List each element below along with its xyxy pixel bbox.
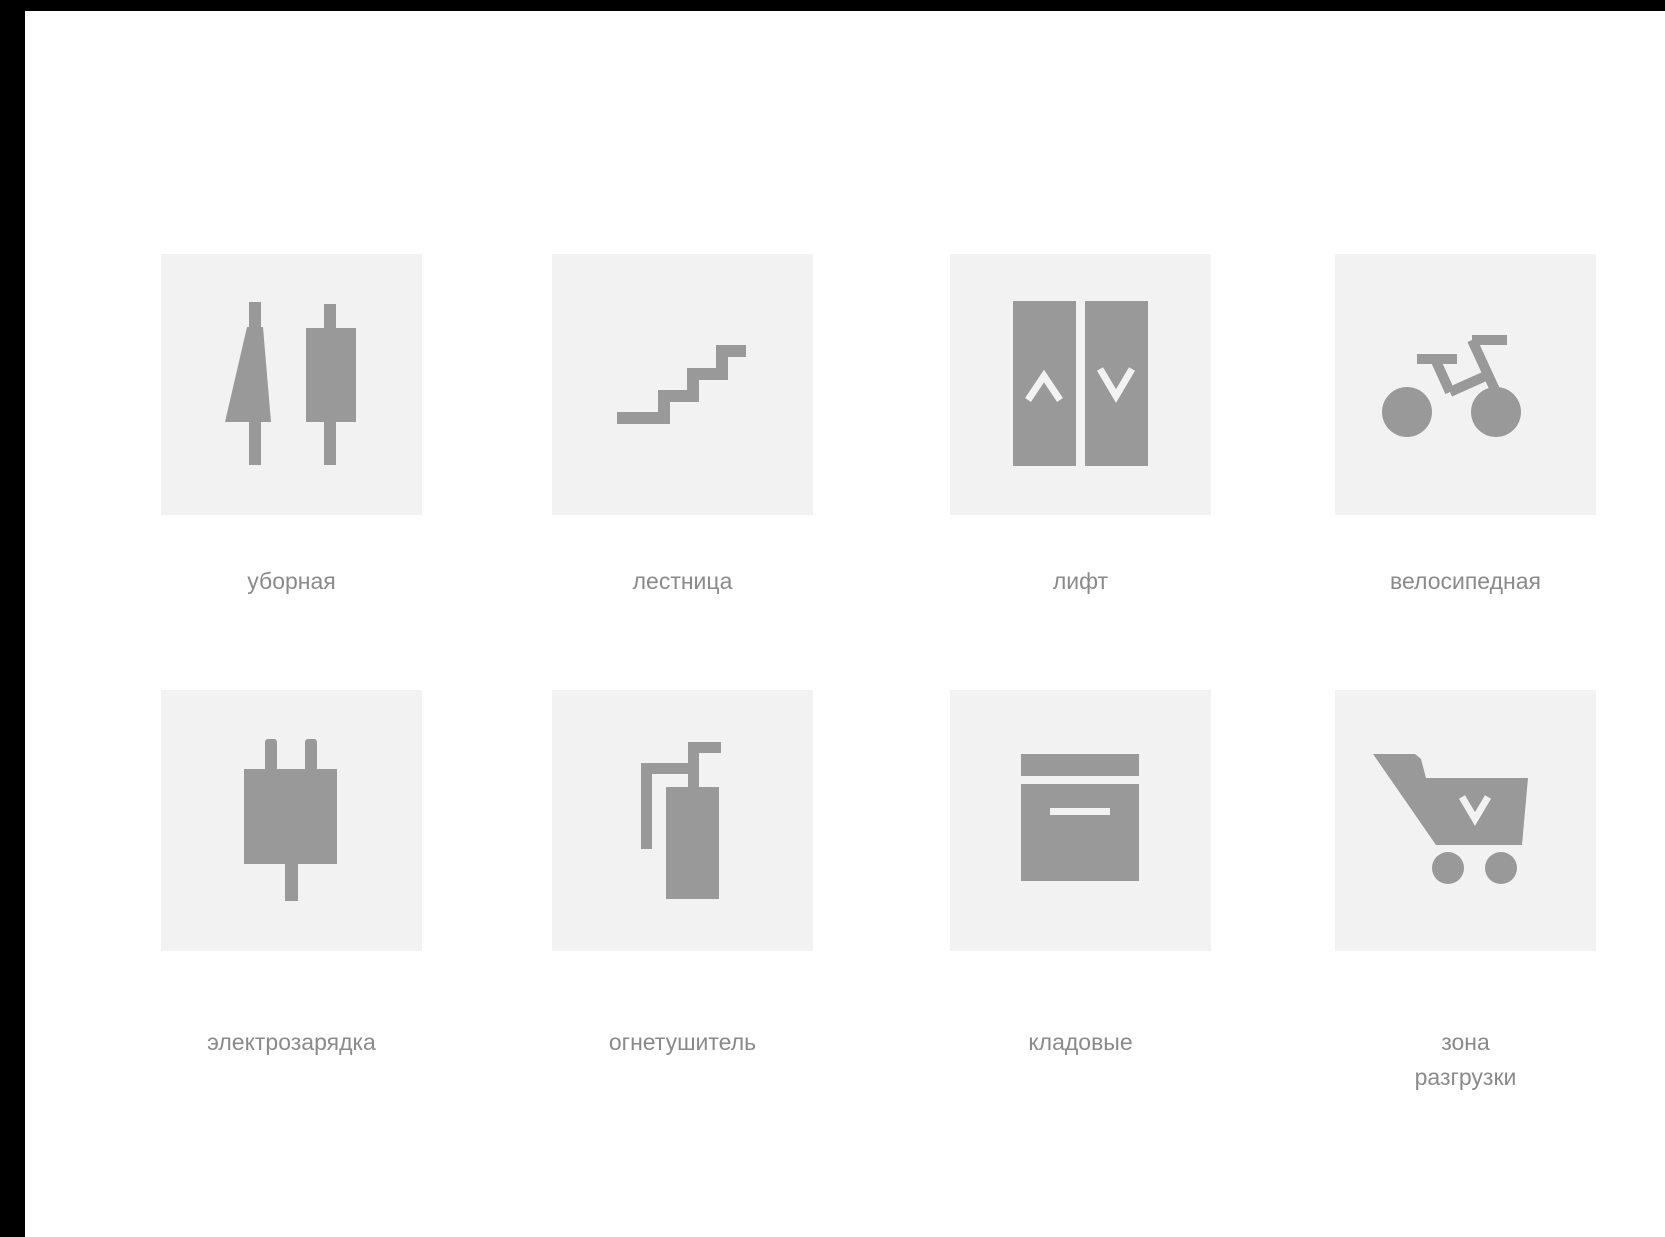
bicycle-icon — [1382, 335, 1521, 437]
elevator-label: лифт — [1052, 568, 1109, 594]
restroom-icon — [225, 302, 356, 465]
shopping-cart-icon — [1373, 754, 1528, 884]
bicycle-room-label: велосипедная — [1390, 568, 1541, 594]
amenities-icon-sheet: уборная лестница лифт велосипедная элект… — [25, 11, 1665, 1237]
ev-charging-plug-icon — [244, 739, 337, 901]
unloading-zone-label: зона разгрузки — [1414, 1029, 1517, 1090]
restroom-tile — [161, 254, 422, 515]
storage-label: кладовые — [1028, 1029, 1133, 1055]
stairs-tile — [552, 254, 813, 515]
fire-extinguisher-tile — [552, 690, 813, 951]
storage-box-icon — [1021, 754, 1139, 881]
restroom-label: уборная — [247, 568, 336, 594]
ev-charging-tile — [161, 690, 422, 951]
elevator-tile — [950, 254, 1211, 515]
stairs-icon — [617, 345, 746, 424]
storage-tile — [950, 690, 1211, 951]
fire-extinguisher-icon — [641, 742, 721, 899]
bicycle-tile — [1335, 254, 1596, 515]
unloading-zone-tile — [1335, 690, 1596, 951]
stairs-label: лестница — [632, 568, 733, 594]
elevator-icon — [1013, 301, 1148, 466]
fire-extinguisher-label: огнетушитель — [608, 1029, 757, 1055]
ev-charging-label: электрозарядка — [207, 1029, 376, 1055]
